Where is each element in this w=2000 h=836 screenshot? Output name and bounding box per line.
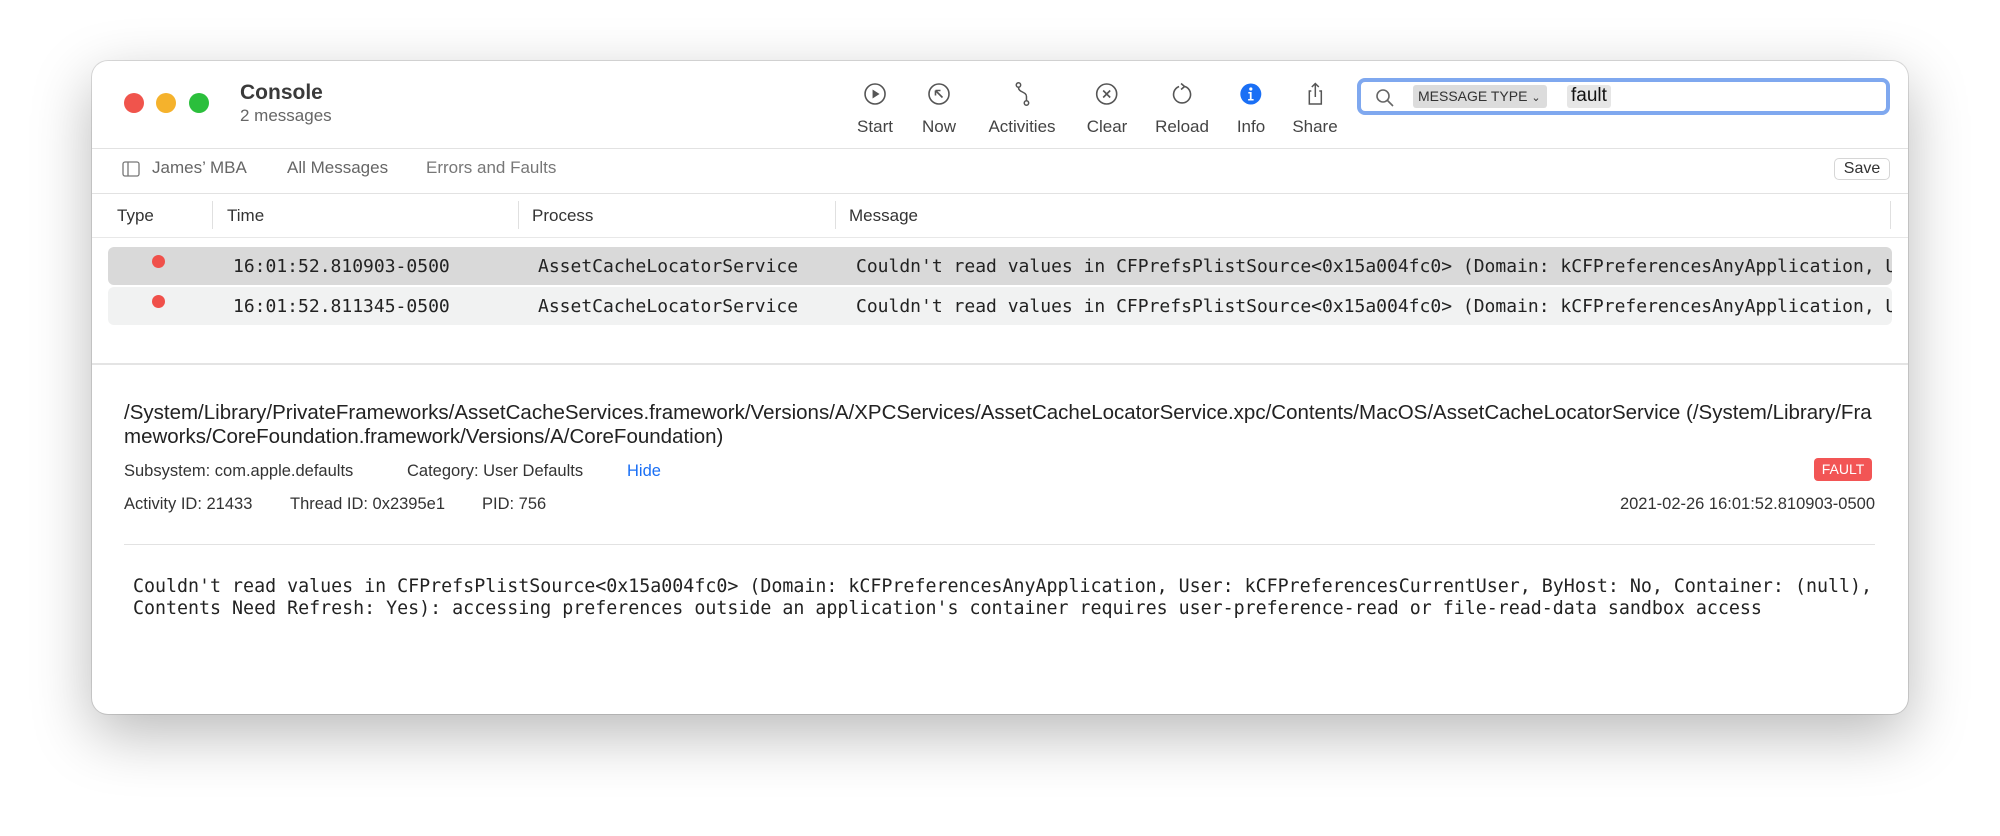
column-header-process[interactable]: Process xyxy=(532,206,593,226)
errors-faults-filter[interactable]: Errors and Faults xyxy=(426,158,556,178)
info-button[interactable]: Info xyxy=(1237,81,1265,137)
column-header-time[interactable]: Time xyxy=(227,206,264,226)
column-divider[interactable] xyxy=(835,201,836,229)
console-window: Console 2 messages Start Now Activities … xyxy=(92,61,1908,714)
message-count: 2 messages xyxy=(240,106,332,125)
save-button[interactable]: Save xyxy=(1834,158,1890,180)
fault-indicator-icon xyxy=(152,295,165,308)
table-row[interactable]: 16:01:52.810903-0500 AssetCacheLocatorSe… xyxy=(108,247,1892,285)
hide-link[interactable]: Hide xyxy=(627,462,661,481)
thread-id: Thread ID: 0x2395e1 xyxy=(290,495,446,513)
reload-icon xyxy=(1172,82,1192,104)
divider xyxy=(92,148,1908,149)
search-icon xyxy=(1376,89,1394,107)
fault-badge: FAULT xyxy=(1814,458,1872,481)
divider xyxy=(92,237,1908,238)
divider xyxy=(92,193,1908,194)
column-divider[interactable] xyxy=(518,201,519,229)
column-header-message[interactable]: Message xyxy=(849,206,918,226)
search-value[interactable]: fault xyxy=(1567,85,1611,108)
column-divider[interactable] xyxy=(1890,201,1891,229)
subsystem-label: Subsystem: com.apple.defaults xyxy=(124,462,354,480)
activities-button[interactable]: Activities xyxy=(988,81,1056,137)
close-button[interactable] xyxy=(124,93,144,113)
share-icon xyxy=(1308,82,1322,105)
reload-button[interactable]: Reload xyxy=(1155,81,1209,137)
process-path: /System/Library/PrivateFrameworks/AssetC… xyxy=(124,401,1872,448)
message-body: Couldn't read values in CFPrefsPlistSour… xyxy=(133,576,1872,619)
message-type-token[interactable]: MESSAGE TYPE ⌄ xyxy=(1413,85,1547,108)
share-button[interactable]: Share xyxy=(1292,81,1338,137)
window-title: Console xyxy=(240,81,323,104)
device-selector[interactable]: James’ MBA xyxy=(152,158,247,178)
column-divider[interactable] xyxy=(212,201,213,229)
search-field[interactable]: MESSAGE TYPE ⌄ fault xyxy=(1357,78,1890,115)
activities-path-icon xyxy=(1015,82,1029,106)
divider xyxy=(124,544,1875,545)
chevron-down-icon: ⌄ xyxy=(1531,92,1541,104)
activity-id: Activity ID: 21433 xyxy=(124,495,253,513)
column-header-type[interactable]: Type xyxy=(117,206,154,226)
fault-indicator-icon xyxy=(152,255,165,268)
zoom-button[interactable] xyxy=(189,93,209,113)
timestamp: 2021-02-26 16:01:52.810903-0500 xyxy=(1619,495,1875,513)
pid: PID: 756 xyxy=(482,495,547,513)
start-button[interactable]: Start xyxy=(857,81,893,137)
sidebar-icon[interactable] xyxy=(122,161,140,177)
split-divider[interactable] xyxy=(92,363,1908,365)
category-label: Category: User Defaults xyxy=(407,462,584,480)
play-circle-icon xyxy=(864,83,886,105)
info-circle-icon xyxy=(1240,83,1262,105)
all-messages-filter[interactable]: All Messages xyxy=(287,158,388,178)
now-button[interactable]: Now xyxy=(922,81,956,137)
x-circle-icon xyxy=(1096,83,1118,105)
minimize-button[interactable] xyxy=(156,93,176,113)
clear-button[interactable]: Clear xyxy=(1087,81,1127,137)
table-row[interactable]: 16:01:52.811345-0500 AssetCacheLocatorSe… xyxy=(108,287,1892,325)
arrow-up-left-circle-icon xyxy=(928,83,950,105)
